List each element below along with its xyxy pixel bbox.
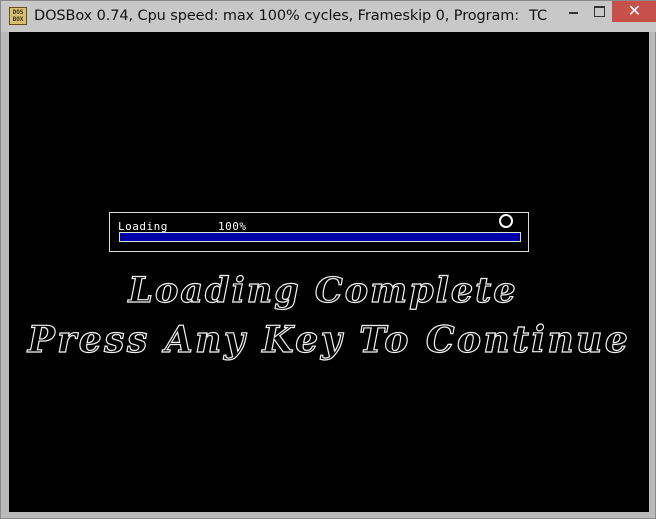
title-bar[interactable]: DOS BOX DOSBox 0.74, Cpu speed: max 100% …: [1, 1, 656, 32]
progress-bar-fill: [120, 233, 520, 241]
close-icon: ✕: [627, 1, 642, 20]
maximize-button[interactable]: [586, 1, 612, 22]
window-title-program: TC: [529, 8, 548, 24]
spinner-circle-icon: [499, 214, 513, 228]
window-title: DOSBox 0.74, Cpu speed: max 100% cycles,…: [34, 8, 520, 24]
close-button[interactable]: ✕: [612, 1, 656, 22]
minimize-button[interactable]: [560, 1, 586, 22]
progress-bar: [119, 232, 521, 242]
press-any-key-message: Press Any Key To Continue: [27, 318, 631, 361]
dosbox-window: DOS BOX DOSBox 0.74, Cpu speed: max 100% …: [0, 0, 656, 519]
dos-screen[interactable]: Loading 100% Loading Complete Press Any …: [9, 32, 649, 512]
dosbox-app-icon[interactable]: DOS BOX: [9, 7, 27, 25]
loading-complete-message: Loading Complete: [128, 269, 518, 311]
loading-panel: Loading 100%: [109, 212, 529, 252]
